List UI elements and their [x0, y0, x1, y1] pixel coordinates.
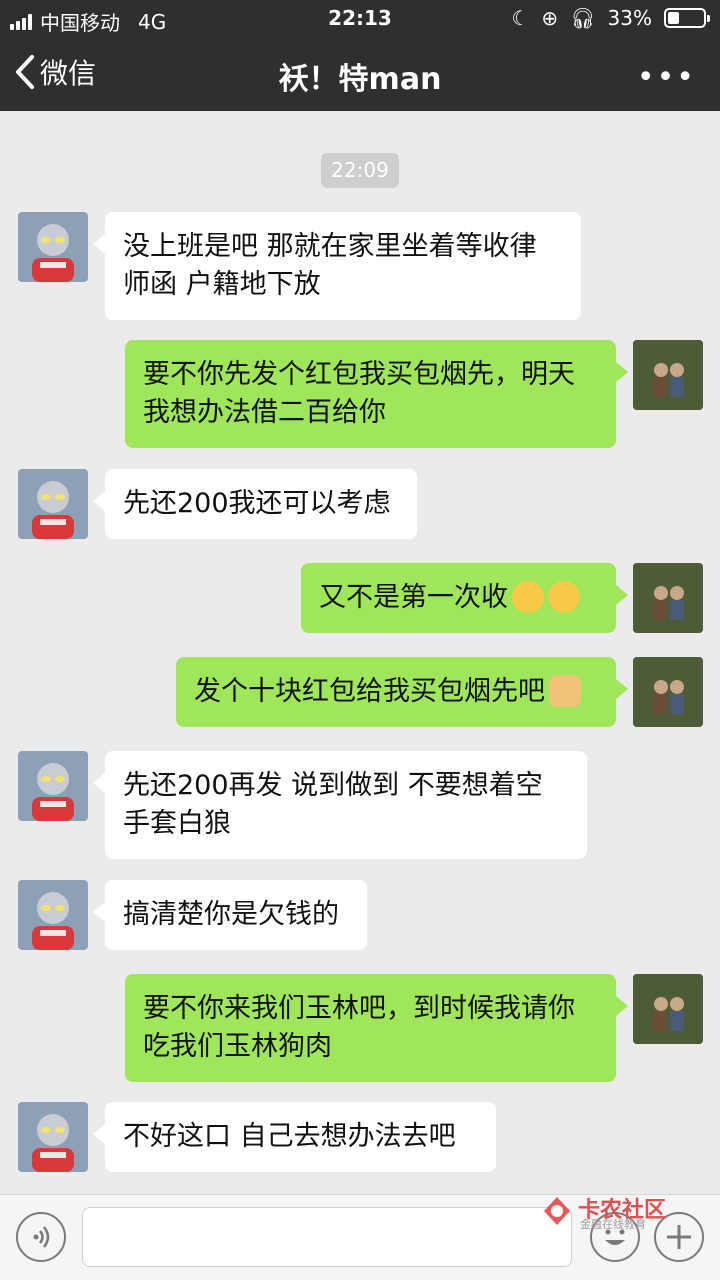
pensive-emoji-icon: [512, 580, 544, 613]
pensive-emoji-icon: [548, 580, 580, 613]
top-bar: 中国移动 4G 22:13 ☾ ⊕ 🎧︎ 33% 微信 袄！特man •••: [0, 0, 720, 111]
message-text: 要不你先发个红包我买包烟先，明天我想办法借二百给你: [143, 359, 575, 428]
message-text: 要不你来我们玉林吧，到时候我请你吃我们玉林狗肉: [143, 993, 575, 1062]
chat-title: 袄！特man: [278, 62, 442, 97]
message-bubble[interactable]: 先还200我还可以考虑: [93, 469, 417, 539]
contact-avatar[interactable]: [18, 469, 88, 539]
contact-avatar[interactable]: [18, 212, 88, 282]
message-bubble[interactable]: 没上班是吧 那就在家里坐着等收律师函 户籍地下放: [93, 212, 581, 320]
my-avatar[interactable]: [633, 974, 703, 1044]
handshake-emoji-icon: [549, 674, 581, 707]
message-text: 先还200我还可以考虑: [123, 488, 391, 519]
message-bubble[interactable]: 要不你来我们玉林吧，到时候我请你吃我们玉林狗肉: [125, 974, 628, 1082]
battery-icon: [664, 8, 710, 28]
chat-area[interactable]: 22:09 没上班是吧 那就在家里坐着等收律师函 户籍地下放 要不你先发个红包我…: [0, 111, 720, 1194]
my-avatar[interactable]: [633, 657, 703, 727]
voice-icon: [33, 1226, 50, 1248]
more-icon[interactable]: •••: [637, 60, 696, 95]
headphones-icon: 🎧︎: [570, 6, 596, 30]
status-bar: 中国移动 4G 22:13 ☾ ⊕ 🎧︎ 33%: [0, 0, 720, 36]
my-avatar[interactable]: [633, 340, 703, 410]
message-text: 发个十块红包给我买包烟先吧: [194, 676, 545, 707]
message-bubble[interactable]: 要不你先发个红包我买包烟先，明天我想办法借二百给你: [125, 340, 628, 448]
contact-avatar[interactable]: [18, 751, 88, 821]
timestamp: 22:09: [321, 153, 399, 188]
message-text: 搞清楚你是欠钱的: [123, 899, 339, 930]
message-text: 不好这口 自己去想办法去吧: [123, 1121, 456, 1152]
message-text: 没上班是吧 那就在家里坐着等收律师函 户籍地下放: [123, 231, 537, 300]
moon-icon: ☾: [511, 6, 530, 30]
message-bubble[interactable]: 搞清楚你是欠钱的: [93, 880, 367, 950]
battery-percent: 33%: [607, 6, 652, 30]
message-bubble[interactable]: 先还200再发 说到做到 不要想着空手套白狼: [93, 751, 587, 859]
my-avatar[interactable]: [633, 563, 703, 633]
contact-avatar[interactable]: [18, 1102, 88, 1172]
watermark-subtitle: 金融在线教育: [580, 1218, 646, 1231]
message-text: 又不是第一次收: [319, 582, 508, 613]
message-text: 先还200再发 说到做到 不要想着空手套白狼: [123, 770, 543, 839]
message-bubble[interactable]: 又不是第一次收: [301, 563, 628, 633]
watermark: 卡农社区 金融在线教育: [540, 1192, 710, 1232]
message-bubble[interactable]: 发个十块红包给我买包烟先吧: [176, 657, 628, 727]
contact-avatar[interactable]: [18, 880, 88, 950]
nav-bar: 微信 袄！特man •••: [0, 36, 720, 111]
message-input[interactable]: [82, 1207, 572, 1267]
message-bubble[interactable]: 不好这口 自己去想办法去吧: [93, 1102, 496, 1172]
watermark-logo-icon: [544, 1197, 570, 1225]
voice-button[interactable]: [16, 1212, 66, 1262]
rotation-lock-icon: ⊕: [541, 6, 559, 30]
